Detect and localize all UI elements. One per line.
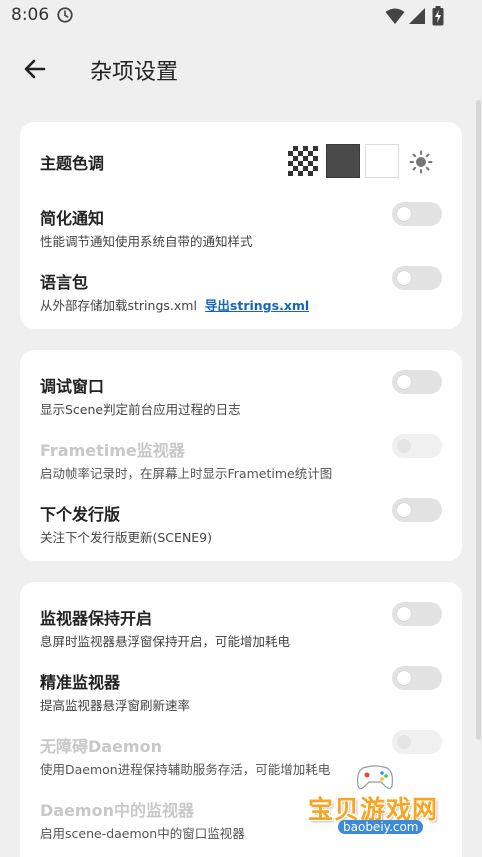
setting-next-release[interactable]: 下个发行版 关注下个发行版更新(SCENE9) [20, 498, 462, 557]
wifi-icon [385, 8, 405, 24]
theme-label: 主题色调 [40, 154, 105, 173]
setting-description: 关注下个发行版更新(SCENE9) [40, 530, 213, 545]
status-time: 8:06 [11, 5, 50, 25]
setting-frametime-monitor: Frametime监视器 启动帧率记录时，在屏幕上时显示Frametime统计图 [20, 434, 462, 493]
setting-title: 调试窗口 [40, 377, 105, 396]
toggle-knob [397, 671, 411, 685]
setting-description: 使用Daemon进程保持辅助服务存活，可能增加耗电 [40, 762, 331, 777]
toggle-knob [397, 207, 411, 221]
scrollbar[interactable] [476, 100, 481, 740]
watermark-url: baobeiy.com [338, 820, 424, 834]
settings-card-appearance: 主题色调 简化通知 性能调节通知使用系统自带的通知样式 语言包 从外部存储加载s… [20, 122, 462, 329]
accessibility-daemon-toggle [392, 730, 442, 754]
language-pack-toggle[interactable] [392, 266, 442, 290]
setting-description: 提高监视器悬浮窗刷新速率 [40, 698, 191, 713]
toggle-knob [397, 607, 411, 621]
setting-language-pack[interactable]: 语言包 从外部存储加载strings.xml 导出strings.xml [20, 266, 462, 325]
watermark-logo: 宝贝游戏网 baobeiy.com [300, 760, 460, 850]
debug-window-toggle[interactable] [392, 370, 442, 394]
signal-icon [409, 8, 425, 24]
toggle-knob [397, 503, 411, 517]
monitor-keep-on-toggle[interactable] [392, 602, 442, 626]
setting-title: 语言包 [40, 273, 89, 292]
setting-title: 精准监视器 [40, 673, 121, 692]
theme-swatch-light[interactable] [365, 144, 399, 178]
setting-title: 监视器保持开启 [40, 609, 153, 628]
setting-description: 启用scene-daemon中的窗口监视器 [40, 826, 245, 841]
toggle-knob [397, 271, 411, 285]
theme-swatch-dark[interactable] [326, 144, 360, 178]
battery-charging-icon [432, 6, 444, 26]
next-release-toggle[interactable] [392, 498, 442, 522]
sun-icon[interactable] [409, 150, 433, 174]
simplify-notification-toggle[interactable] [392, 202, 442, 226]
toggle-knob [397, 735, 411, 749]
setting-description: 性能调节通知使用系统自带的通知样式 [40, 234, 253, 249]
setting-precise-monitor[interactable]: 精准监视器 提高监视器悬浮窗刷新速率 [20, 666, 462, 725]
setting-monitor-keep-on[interactable]: 监视器保持开启 息屏时监视器悬浮窗保持开启，可能增加耗电 [20, 602, 462, 661]
settings-card-debug: 调试窗口 显示Scene判定前台应用过程的日志 Frametime监视器 启动帧… [20, 350, 462, 561]
setting-description: 从外部存储加载strings.xml 导出strings.xml [40, 295, 309, 314]
language-pack-desc-text: 从外部存储加载strings.xml [40, 298, 197, 313]
page-title: 杂项设置 [90, 60, 179, 85]
toggle-knob [397, 375, 411, 389]
setting-description: 启动帧率记录时，在屏幕上时显示Frametime统计图 [40, 466, 333, 481]
setting-title: 简化通知 [40, 209, 105, 228]
export-strings-link[interactable]: 导出strings.xml [205, 298, 309, 313]
setting-title: Frametime监视器 [40, 441, 185, 460]
gamepad-icon [356, 765, 394, 790]
frametime-monitor-toggle [392, 434, 442, 458]
setting-title: 无障碍Daemon [40, 737, 162, 756]
setting-description: 显示Scene判定前台应用过程的日志 [40, 402, 241, 417]
setting-title: Daemon中的监视器 [40, 801, 194, 820]
toggle-knob [397, 439, 411, 453]
setting-simplify-notification[interactable]: 简化通知 性能调节通知使用系统自带的通知样式 [20, 202, 462, 261]
app-bar: 杂项设置 [0, 40, 482, 96]
setting-description: 息屏时监视器悬浮窗保持开启，可能增加耗电 [40, 634, 291, 649]
status-bar: 8:06 [0, 0, 482, 32]
setting-debug-window[interactable]: 调试窗口 显示Scene判定前台应用过程的日志 [20, 370, 462, 429]
setting-title: 下个发行版 [40, 505, 121, 524]
precise-monitor-toggle[interactable] [392, 666, 442, 690]
arrow-left-icon[interactable] [20, 54, 50, 84]
clock-icon [57, 7, 73, 23]
theme-swatch-transparent[interactable] [288, 146, 318, 176]
